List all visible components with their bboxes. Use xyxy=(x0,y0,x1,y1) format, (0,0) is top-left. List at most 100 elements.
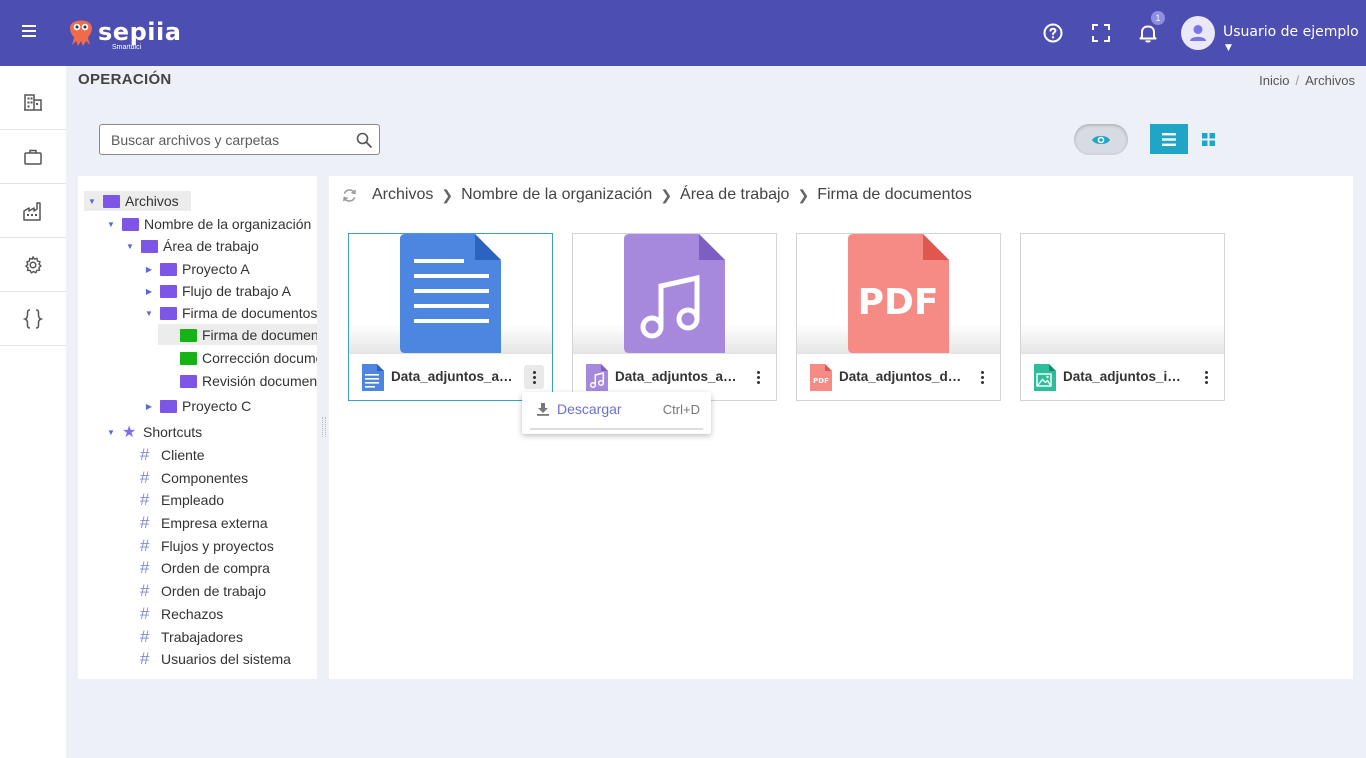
caret-right-icon[interactable]: ▶ xyxy=(144,402,154,411)
file-name: Data_adjuntos_audio xyxy=(615,369,740,384)
chevron-right-icon: ❯ xyxy=(441,186,454,203)
file-thumbnail: PDF xyxy=(797,234,1000,353)
tree-node-flujo-a[interactable]: ▶ Flujo de trabajo A xyxy=(144,281,291,301)
tree-node-label: Proyecto C xyxy=(182,398,252,414)
brand-logo[interactable]: sepiia Smartdici xyxy=(66,14,181,54)
more-options-icon[interactable] xyxy=(524,365,544,389)
audio-file-icon xyxy=(586,364,608,391)
more-options-icon[interactable] xyxy=(748,365,768,389)
sidebar-item-settings[interactable] xyxy=(0,238,66,292)
caret-down-icon[interactable]: ▼ xyxy=(106,220,116,229)
menu-toggle-icon[interactable] xyxy=(22,22,42,42)
shortcut-item[interactable]: # Orden de compra xyxy=(140,558,270,578)
breadcrumb: Inicio / Archivos xyxy=(1259,73,1355,88)
shortcut-item[interactable]: # Empleado xyxy=(140,490,224,510)
grid-icon xyxy=(1201,132,1215,146)
sidebar-item-api[interactable] xyxy=(0,292,66,346)
chevron-right-icon: ❯ xyxy=(797,186,810,203)
panel-resize-handle[interactable] xyxy=(322,417,326,437)
path-segment[interactable]: Archivos xyxy=(372,186,433,204)
tree-node-firma-selected[interactable]: Firma de documentos xyxy=(180,325,317,345)
refresh-icon[interactable] xyxy=(341,187,358,204)
file-thumbnail xyxy=(573,234,776,353)
avatar[interactable] xyxy=(1181,16,1215,50)
file-card-footer: PDF Data_adjuntos_documento xyxy=(797,353,1000,400)
user-menu[interactable]: Usuario de ejemplo ▼ xyxy=(1223,24,1366,56)
path-segment[interactable]: Nombre de la organización xyxy=(461,186,652,204)
path-segment-current: Firma de documentos xyxy=(817,186,972,203)
more-options-icon[interactable] xyxy=(972,365,992,389)
building-icon xyxy=(24,93,42,111)
shortcut-item[interactable]: # Flujos y proyectos xyxy=(140,536,274,556)
caret-down-icon[interactable]: ▼ xyxy=(144,309,154,318)
shortcut-item[interactable]: # Rechazos xyxy=(140,604,223,624)
list-view-button[interactable] xyxy=(1150,124,1188,154)
file-card[interactable]: Data_adjuntos_imagen xyxy=(1020,233,1225,401)
file-card[interactable]: PDF PDF Data_adjuntos_documento xyxy=(796,233,1001,401)
caret-right-icon[interactable]: ▶ xyxy=(144,265,154,274)
sidebar-item-companies[interactable] xyxy=(0,74,66,130)
shortcut-item[interactable]: # Cliente xyxy=(140,445,205,465)
file-card-footer: Data_adjuntos_imagen xyxy=(1021,353,1224,400)
breadcrumb-home-link[interactable]: Inicio xyxy=(1259,73,1289,88)
hash-icon: # xyxy=(140,604,150,623)
tree-node-archivos[interactable]: ▼ Archivos xyxy=(87,191,179,211)
pdf-icon: PDF xyxy=(848,234,949,353)
tree-node-proyecto-a[interactable]: ▶ Proyecto A xyxy=(144,259,250,279)
octopus-logo-icon xyxy=(70,20,92,46)
sidebar-item-projects[interactable] xyxy=(0,130,66,184)
search-icon[interactable] xyxy=(355,131,373,149)
file-card[interactable]: Data_adjuntos_audio_texto xyxy=(348,233,553,401)
caret-right-icon[interactable]: ▶ xyxy=(144,287,154,296)
help-icon[interactable] xyxy=(1041,21,1065,45)
shortcut-item[interactable]: # Componentes xyxy=(140,468,248,488)
tree-node-revision[interactable]: Revisión documentos xyxy=(180,371,317,391)
tree-node-firma[interactable]: ▼ Firma de documentos xyxy=(144,303,317,323)
caret-down-icon[interactable]: ▼ xyxy=(106,428,116,437)
user-icon xyxy=(1190,25,1206,41)
shortcut-label: Orden de compra xyxy=(161,560,270,576)
tree-node-proyecto-c[interactable]: ▶ Proyecto C xyxy=(144,396,251,416)
tree-node-correccion[interactable]: Corrección documentos xyxy=(180,348,317,368)
hash-icon: # xyxy=(140,627,150,646)
factory-icon xyxy=(23,201,41,221)
hash-icon: # xyxy=(140,581,150,600)
audio-icon xyxy=(624,234,725,353)
tree-node-label: Corrección documentos xyxy=(202,350,317,366)
shortcut-item[interactable]: # Empresa externa xyxy=(140,513,268,533)
shortcut-label: Trabajadores xyxy=(161,629,243,645)
tree-node-label: Revisión documentos xyxy=(202,373,317,389)
more-options-icon[interactable] xyxy=(1196,365,1216,389)
pdf-thumb-label: PDF xyxy=(858,282,939,323)
caret-down-icon[interactable]: ▼ xyxy=(125,242,135,251)
document-file-icon xyxy=(362,364,384,391)
top-bar: sepiia Smartdici 1 Usuario de ejemplo ▼ xyxy=(0,0,1366,66)
hash-icon: # xyxy=(140,558,150,577)
hash-icon: # xyxy=(140,490,150,509)
file-name: Data_adjuntos_documento xyxy=(839,369,964,384)
file-name: Data_adjuntos_imagen xyxy=(1063,369,1188,384)
search-input[interactable] xyxy=(100,125,340,154)
shortcut-item[interactable]: # Usuarios del sistema xyxy=(140,649,291,669)
file-card[interactable]: Data_adjuntos_audio xyxy=(572,233,777,401)
tree-node-shortcuts[interactable]: ▼ ★ Shortcuts xyxy=(106,422,202,442)
shortcut-item[interactable]: # Orden de trabajo xyxy=(140,581,266,601)
path-segment[interactable]: Área de trabajo xyxy=(680,186,789,204)
tree-node-label: Firma de documentos xyxy=(182,305,317,321)
page-title: OPERACIÓN xyxy=(78,71,172,88)
hash-icon: # xyxy=(140,468,150,487)
tree-node-label: Flujo de trabajo A xyxy=(182,283,291,299)
preview-toggle-button[interactable] xyxy=(1074,124,1128,155)
gear-icon xyxy=(25,255,42,274)
pdf-file-icon: PDF xyxy=(810,364,832,391)
fullscreen-icon[interactable] xyxy=(1089,21,1113,45)
shortcut-item[interactable]: # Trabajadores xyxy=(140,627,243,647)
grid-view-button[interactable] xyxy=(1196,124,1220,154)
brand-name: sepiia xyxy=(98,18,182,46)
tree-node-work-area[interactable]: ▼ Área de trabajo xyxy=(125,236,259,256)
sidebar-item-operations[interactable] xyxy=(0,184,66,238)
download-menu-item[interactable]: Descargar Ctrl+D xyxy=(522,392,711,426)
tree-node-organization[interactable]: ▼ Nombre de la organización xyxy=(106,214,311,234)
caret-down-icon[interactable]: ▼ xyxy=(87,197,97,206)
shortcut-label: Componentes xyxy=(161,470,249,486)
